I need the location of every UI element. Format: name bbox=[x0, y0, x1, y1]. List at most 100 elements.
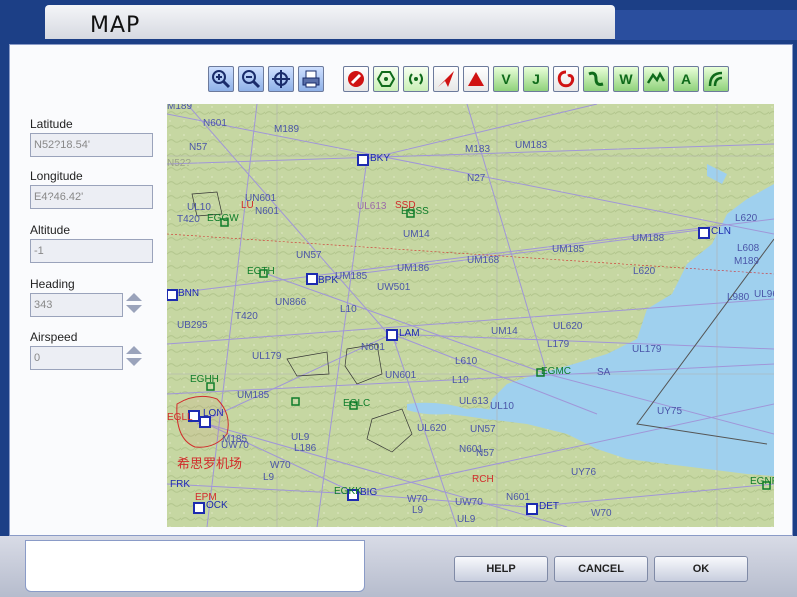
map-label: UY75 bbox=[657, 406, 682, 417]
map-label: EGLC bbox=[343, 398, 370, 409]
map-label: N601 bbox=[506, 492, 530, 503]
map-label: BPK bbox=[318, 275, 338, 286]
map-label: N601 bbox=[255, 206, 279, 217]
altitude-field[interactable]: -1 bbox=[30, 239, 153, 263]
map-label: UM185 bbox=[237, 390, 270, 401]
navaid-bpk-icon[interactable] bbox=[306, 273, 318, 285]
map-label: UM185 bbox=[335, 271, 368, 282]
map-label: LON bbox=[203, 408, 224, 419]
map-label: W70 bbox=[407, 494, 428, 505]
ok-button[interactable]: OK bbox=[654, 556, 748, 582]
airport-filter-icon[interactable] bbox=[343, 66, 369, 92]
center-icon[interactable] bbox=[268, 66, 294, 92]
latitude-label: Latitude bbox=[30, 117, 73, 131]
longitude-label: Longitude bbox=[30, 169, 83, 183]
map-label: UL620 bbox=[417, 423, 447, 434]
spinner-down-icon[interactable] bbox=[126, 305, 142, 313]
intersection-filter-icon[interactable] bbox=[433, 66, 459, 92]
map-label: UW70 bbox=[455, 497, 483, 508]
map-label: L9 bbox=[412, 505, 424, 516]
map-label: T420 bbox=[235, 311, 258, 322]
map-label: EGLL bbox=[167, 412, 193, 423]
map-label: UM186 bbox=[397, 263, 430, 274]
altitude-label: Altitude bbox=[30, 223, 71, 237]
map-label: UL613 bbox=[459, 396, 489, 407]
map-view[interactable]: M189 N601 M189 N57 N52? M183 UM183 N27 U… bbox=[167, 104, 774, 527]
map-label: UL10 bbox=[187, 202, 211, 213]
title-bar-extension bbox=[615, 10, 797, 40]
map-label: UM14 bbox=[491, 326, 518, 337]
map-label: LAM bbox=[399, 328, 420, 339]
map-label: UM185 bbox=[552, 244, 585, 255]
map-label: L186 bbox=[294, 443, 317, 454]
map-label: SA bbox=[597, 367, 611, 378]
ndb-filter-icon[interactable] bbox=[403, 66, 429, 92]
map-label: M189 bbox=[734, 256, 759, 267]
map-label: EGHH bbox=[190, 374, 219, 385]
route-filter-icon[interactable] bbox=[583, 66, 609, 92]
map-label: EGTH bbox=[247, 266, 275, 277]
navaid-cln-icon[interactable] bbox=[698, 227, 710, 239]
heading-spinner[interactable] bbox=[126, 293, 142, 315]
map-label: UL9 bbox=[291, 432, 310, 443]
heading-field[interactable]: 343 bbox=[30, 293, 123, 317]
cancel-button[interactable]: CANCEL bbox=[554, 556, 648, 582]
print-icon[interactable] bbox=[298, 66, 324, 92]
zoom-out-icon[interactable] bbox=[238, 66, 264, 92]
map-label: N52? bbox=[167, 158, 191, 169]
victor-airways-icon[interactable]: V bbox=[493, 66, 519, 92]
map-label: UL96 bbox=[754, 289, 774, 300]
map-label: W70 bbox=[270, 460, 291, 471]
map-label: UM188 bbox=[632, 233, 665, 244]
zoom-in-icon[interactable] bbox=[208, 66, 234, 92]
map-label: UL179 bbox=[252, 351, 282, 362]
airspeed-spinner[interactable] bbox=[126, 346, 142, 368]
map-label: LU bbox=[241, 200, 254, 211]
map-label: M183 bbox=[465, 144, 490, 155]
map-label: UL9 bbox=[457, 514, 476, 525]
map-label: L620 bbox=[633, 266, 656, 277]
spinner-up-icon[interactable] bbox=[126, 293, 142, 301]
navaid-bnn-icon[interactable] bbox=[167, 289, 178, 301]
map-canvas[interactable]: M189 N601 M189 N57 N52? M183 UM183 N27 U… bbox=[167, 104, 774, 527]
weather-filter-icon[interactable]: W bbox=[613, 66, 639, 92]
map-label: UL179 bbox=[632, 344, 662, 355]
window-title: MAP bbox=[90, 13, 141, 38]
latitude-field[interactable]: N52?18.54' bbox=[30, 133, 153, 157]
navaid-lam-icon[interactable] bbox=[386, 329, 398, 341]
map-label: UN57 bbox=[296, 250, 322, 261]
map-label: DET bbox=[539, 501, 559, 512]
waypoint-filter-icon[interactable] bbox=[463, 66, 489, 92]
navaid-ock-icon[interactable] bbox=[193, 502, 205, 514]
map-label: BKY bbox=[370, 153, 390, 164]
airspeed-field[interactable]: 0 bbox=[30, 346, 123, 370]
longitude-field[interactable]: E4?46.42' bbox=[30, 185, 153, 209]
map-label: SSD bbox=[395, 200, 416, 211]
map-label: CLN bbox=[711, 226, 731, 237]
jet-airways-icon[interactable]: J bbox=[523, 66, 549, 92]
navaid-det-icon[interactable] bbox=[526, 503, 538, 515]
map-label: EGMC bbox=[541, 366, 571, 377]
map-label: L9 bbox=[263, 472, 275, 483]
map-label: EPM bbox=[195, 492, 217, 503]
terrain-filter-icon[interactable] bbox=[643, 66, 669, 92]
spinner-up-icon[interactable] bbox=[126, 346, 142, 354]
vor-filter-icon[interactable] bbox=[373, 66, 399, 92]
map-label: N27 bbox=[467, 173, 486, 184]
map-label: EGGW bbox=[207, 213, 239, 224]
map-label: L980 bbox=[727, 292, 750, 303]
help-button[interactable]: HELP bbox=[454, 556, 548, 582]
map-label: UB295 bbox=[177, 320, 208, 331]
airspace-filter-icon[interactable] bbox=[553, 66, 579, 92]
spinner-down-icon[interactable] bbox=[126, 358, 142, 366]
map-label: UN866 bbox=[275, 297, 307, 308]
map-label: UW501 bbox=[377, 282, 411, 293]
map-label: EGNF bbox=[750, 476, 774, 487]
airspeed-label: Airspeed bbox=[30, 330, 78, 344]
map-label: UL613 bbox=[357, 201, 387, 212]
map-label: FRK bbox=[170, 479, 190, 490]
map-label: N57 bbox=[189, 142, 208, 153]
navaid-bky-icon[interactable] bbox=[357, 154, 369, 166]
altitude-filter-icon[interactable]: A bbox=[673, 66, 699, 92]
approach-filter-icon[interactable] bbox=[703, 66, 729, 92]
